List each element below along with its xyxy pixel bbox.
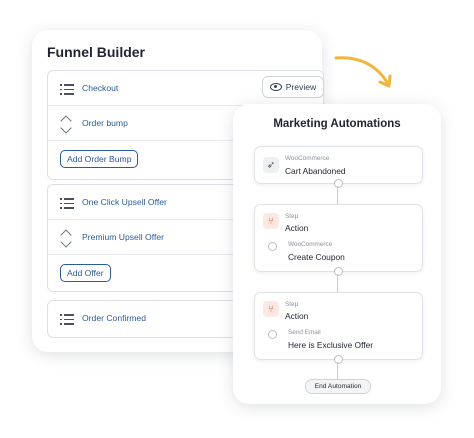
branch-icon: ⑂ — [263, 213, 279, 229]
chevron-updown-icon — [60, 229, 74, 248]
funnel-builder-title: Funnel Builder — [47, 44, 145, 60]
chevron-updown-icon — [60, 115, 74, 134]
add-order-bump-button[interactable]: Add Order Bump — [60, 150, 139, 168]
sub-dot — [268, 330, 277, 339]
step-checkout[interactable]: Checkout Preview — [48, 71, 324, 106]
preview-button[interactable]: Preview — [262, 76, 324, 98]
list-icon — [60, 198, 74, 212]
branch-icon: ⑂ — [263, 301, 279, 317]
action-node-2[interactable]: ⑂ Step Action Send Email Here is Exclusi… — [254, 292, 423, 360]
step-kind: Step — [285, 301, 299, 308]
curved-arrow-icon — [334, 56, 392, 88]
sub-action: Here is Exclusive Offer — [288, 340, 374, 350]
sub-dot — [268, 242, 277, 251]
step-label: Checkout — [82, 83, 119, 93]
connector-dot — [334, 355, 343, 364]
connector-line — [337, 362, 338, 379]
action-node-1[interactable]: ⑂ Step Action WooCommerce Create Coupon — [254, 204, 423, 272]
step-label: Premium Upsell Offer — [82, 232, 164, 242]
eye-icon — [269, 83, 282, 91]
marketing-automations-title: Marketing Automations — [273, 118, 401, 130]
step-label: Order Confirmed — [82, 313, 146, 323]
connector-dot — [334, 179, 343, 188]
trigger-source: WooCommerce — [285, 155, 330, 162]
sub-source: WooCommerce — [288, 241, 333, 248]
rocket-icon: ➶ — [263, 157, 279, 173]
end-automation-button[interactable]: End Automation — [305, 379, 371, 394]
add-offer-button[interactable]: Add Offer — [60, 264, 111, 282]
step-label: One Click Upsell Offer — [82, 197, 167, 207]
step-name: Action — [285, 311, 309, 321]
sub-action: Create Coupon — [288, 252, 345, 262]
step-kind: Step — [285, 213, 299, 220]
connector-line — [337, 274, 338, 292]
connector-line — [337, 186, 338, 204]
list-icon — [60, 314, 74, 328]
connector-dot — [334, 267, 343, 276]
sub-source: Send Email — [288, 329, 321, 336]
preview-label: Preview — [285, 82, 317, 92]
trigger-event: Cart Abandoned — [285, 166, 346, 176]
step-name: Action — [285, 223, 309, 233]
step-label: Order bump — [82, 118, 128, 128]
marketing-automations-card: Marketing Automations ➶ WooCommerce Cart… — [233, 104, 441, 404]
list-icon — [60, 84, 74, 98]
